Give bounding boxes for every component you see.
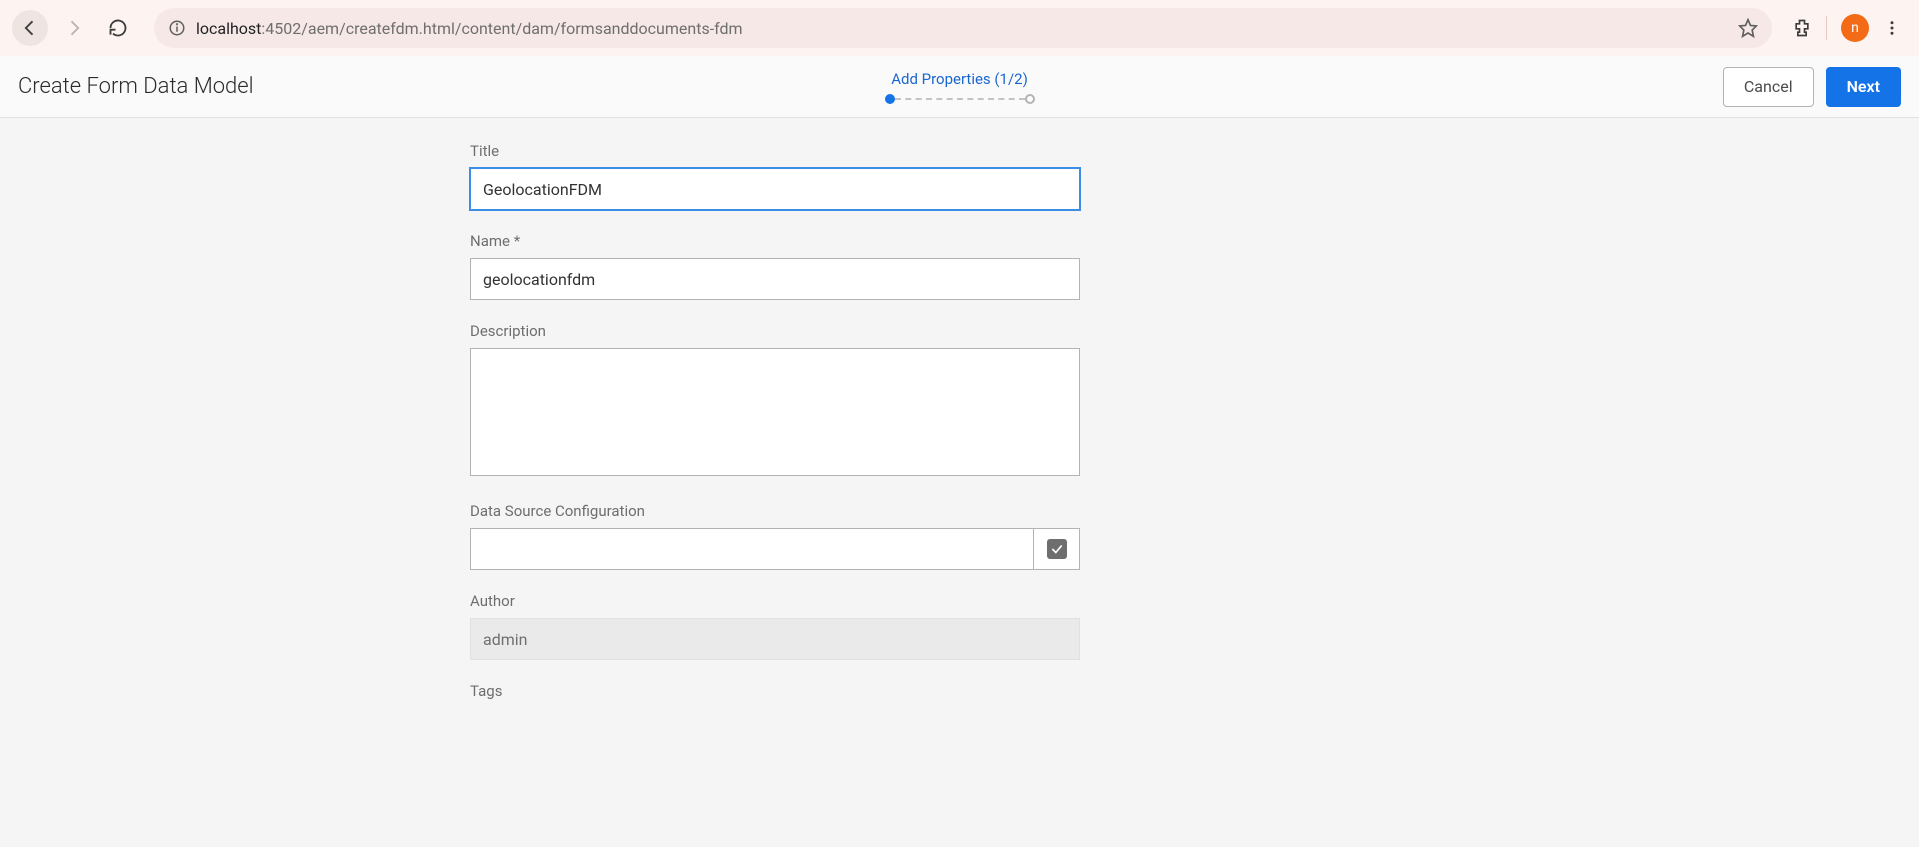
title-input[interactable]	[470, 168, 1080, 210]
site-info-icon[interactable]	[168, 19, 186, 37]
name-input[interactable]	[470, 258, 1080, 300]
browser-forward-button	[56, 10, 92, 46]
field-title: Title	[470, 142, 1080, 210]
browser-address-bar[interactable]: localhost:4502/aem/createfdm.html/conten…	[154, 8, 1772, 48]
reload-icon	[108, 18, 128, 38]
step-dot-1[interactable]	[885, 94, 895, 104]
arrow-right-icon	[64, 18, 84, 38]
profile-avatar[interactable]: n	[1841, 14, 1869, 42]
field-author: Author admin	[470, 592, 1080, 660]
author-readonly: admin	[470, 618, 1080, 660]
dsconfig-input[interactable]	[470, 528, 1034, 570]
stepper-track	[885, 94, 1035, 104]
dsconfig-picker-button[interactable]	[1034, 528, 1080, 570]
dsconfig-label: Data Source Configuration	[470, 502, 1080, 520]
browser-menu-icon[interactable]	[1877, 19, 1907, 37]
step-connector	[895, 98, 1025, 100]
app-header: Create Form Data Model Add Properties (1…	[0, 56, 1919, 118]
cancel-button[interactable]: Cancel	[1723, 67, 1814, 107]
browser-reload-button[interactable]	[100, 10, 136, 46]
dsconfig-group	[470, 528, 1080, 570]
next-button[interactable]: Next	[1826, 67, 1901, 107]
form-column: Title Name * Description Data Source Con…	[470, 118, 1080, 762]
arrow-left-icon	[20, 18, 40, 38]
field-name: Name *	[470, 232, 1080, 300]
stepper-step-label: Add Properties (1/2)	[885, 70, 1035, 88]
extensions-icon[interactable]	[1792, 18, 1812, 38]
wizard-stepper: Add Properties (1/2)	[885, 70, 1035, 104]
toolbar-divider	[1826, 16, 1827, 40]
field-data-source-config: Data Source Configuration	[470, 502, 1080, 570]
tags-label: Tags	[470, 682, 1080, 700]
field-tags: Tags	[470, 682, 1080, 700]
title-label: Title	[470, 142, 1080, 160]
header-actions: Cancel Next	[1723, 67, 1901, 107]
url-text: localhost:4502/aem/createfdm.html/conten…	[196, 19, 743, 38]
description-textarea[interactable]	[470, 348, 1080, 476]
description-label: Description	[470, 322, 1080, 340]
content-area: Title Name * Description Data Source Con…	[0, 118, 1919, 847]
bookmark-star-icon[interactable]	[1738, 18, 1758, 38]
name-label: Name *	[470, 232, 1080, 250]
avatar-letter: n	[1851, 20, 1859, 36]
author-value: admin	[483, 630, 527, 649]
field-description: Description	[470, 322, 1080, 480]
browser-toolbar: localhost:4502/aem/createfdm.html/conten…	[0, 0, 1919, 56]
step-dot-2[interactable]	[1025, 94, 1035, 104]
page-title: Create Form Data Model	[18, 74, 254, 99]
author-label: Author	[470, 592, 1080, 610]
browser-back-button[interactable]	[12, 10, 48, 46]
checkmark-icon	[1047, 539, 1067, 559]
